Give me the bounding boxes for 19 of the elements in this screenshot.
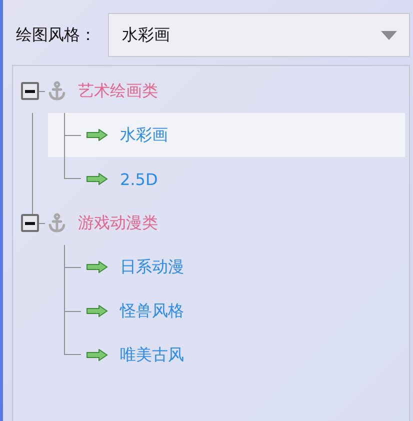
style-label: 绘图风格：: [16, 24, 97, 46]
tree-item[interactable]: 水彩画: [48, 113, 405, 157]
arrow-icon: [86, 129, 108, 141]
arrow-icon: [86, 261, 108, 273]
caret-icon: [381, 30, 397, 40]
arrow-icon: [86, 349, 108, 361]
tree-item[interactable]: 怪兽风格: [48, 289, 405, 333]
anchor-icon: [48, 81, 66, 101]
tree-item[interactable]: 日系动漫: [48, 245, 405, 289]
tree-category[interactable]: 游戏动漫类: [78, 212, 158, 234]
style-dropdown[interactable]: 水彩画: [108, 13, 410, 57]
arrow-icon: [86, 305, 108, 317]
tree-item[interactable]: 2.5D: [48, 157, 405, 201]
tree-item[interactable]: 唯美古风: [48, 333, 405, 377]
anchor-icon: [48, 213, 66, 233]
arrow-icon: [86, 173, 108, 185]
tree-category[interactable]: 艺术绘画类: [78, 80, 158, 102]
collapse-toggle[interactable]: [21, 214, 39, 232]
collapse-toggle[interactable]: [21, 82, 39, 100]
